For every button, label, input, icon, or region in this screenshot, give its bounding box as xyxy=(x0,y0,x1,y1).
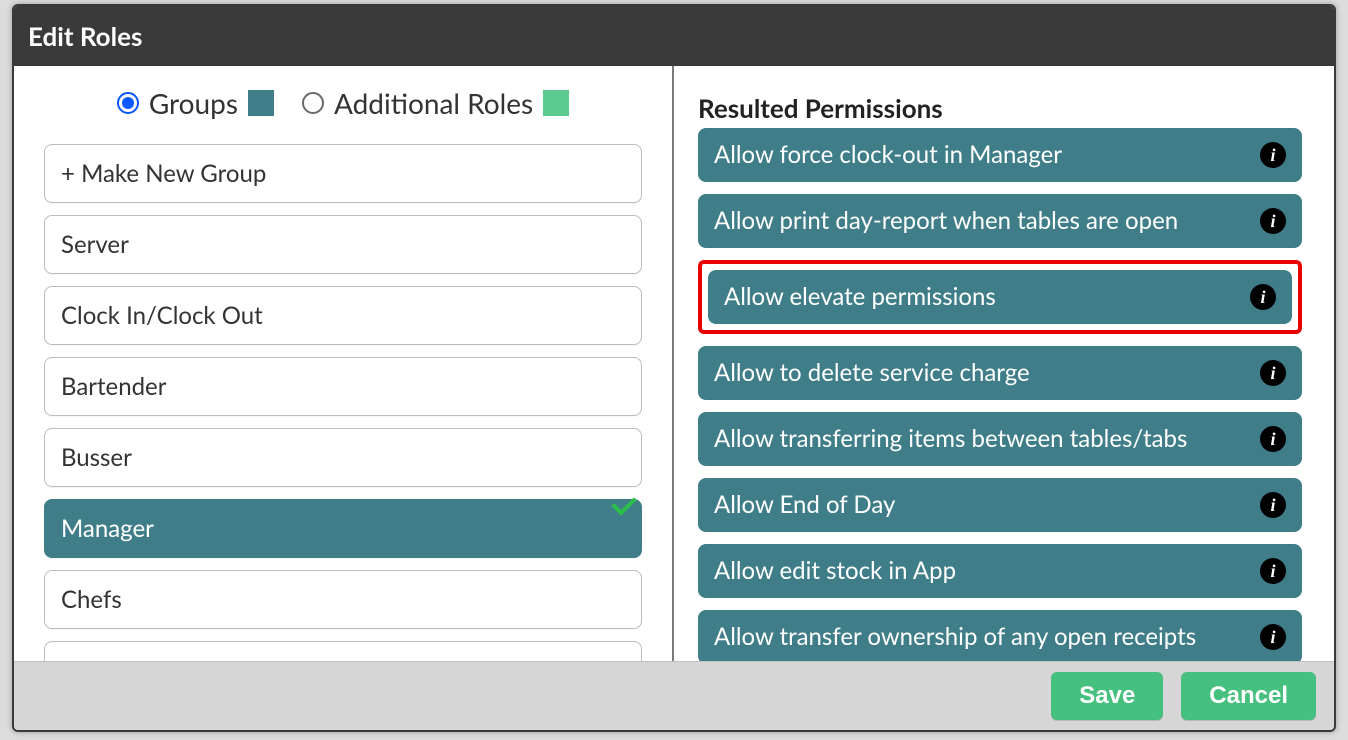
permission-label: Allow transfer ownership of any open rec… xyxy=(714,622,1248,652)
permission-item-wrap: Allow transferring items between tables/… xyxy=(698,412,1302,466)
groups-color-swatch xyxy=(248,90,274,116)
group-item[interactable]: Server xyxy=(44,215,642,274)
cancel-button[interactable]: Cancel xyxy=(1181,672,1316,720)
permission-item[interactable]: Allow force clock-out in Manager i xyxy=(698,128,1302,182)
modal-body: Groups Additional Roles + Make New Group… xyxy=(14,66,1334,661)
permission-label: Allow to delete service charge xyxy=(714,358,1248,388)
info-icon[interactable]: i xyxy=(1260,558,1286,584)
left-pane: Groups Additional Roles + Make New Group… xyxy=(14,66,674,661)
info-icon[interactable]: i xyxy=(1260,208,1286,234)
edit-roles-modal: Edit Roles Groups Additional Roles + Mak… xyxy=(12,4,1336,732)
permission-label: Allow transferring items between tables/… xyxy=(714,424,1248,454)
permission-item[interactable]: Allow to delete service charge i xyxy=(698,346,1302,400)
permission-item[interactable]: Allow End of Day i xyxy=(698,478,1302,532)
group-item[interactable]: Chefs xyxy=(44,570,642,629)
radio-icon xyxy=(302,92,324,114)
permission-item-wrap: Allow to delete service charge i xyxy=(698,346,1302,400)
group-list: + Make New Group Server Clock In/Clock Ou… xyxy=(44,144,642,661)
permission-label: Allow elevate permissions xyxy=(724,282,1238,312)
group-item[interactable]: Clock In/Clock Out xyxy=(44,286,642,345)
radio-groups-label: Groups xyxy=(149,86,238,120)
permissions-title: Resulted Permissions xyxy=(698,92,1324,124)
group-item[interactable]: Kitchen xyxy=(44,641,642,661)
permission-item[interactable]: Allow print day-report when tables are o… xyxy=(698,194,1302,248)
permission-item-wrap: Allow End of Day i xyxy=(698,478,1302,532)
info-icon[interactable]: i xyxy=(1260,624,1286,650)
info-icon[interactable]: i xyxy=(1260,426,1286,452)
permission-label: Allow force clock-out in Manager xyxy=(714,140,1248,170)
radio-groups[interactable]: Groups xyxy=(117,86,274,120)
info-icon[interactable]: i xyxy=(1260,142,1286,168)
permission-label: Allow edit stock in App xyxy=(714,556,1248,586)
group-item[interactable]: Busser xyxy=(44,428,642,487)
permission-label: Allow print day-report when tables are o… xyxy=(714,206,1248,236)
radio-additional-roles[interactable]: Additional Roles xyxy=(302,86,569,120)
save-button[interactable]: Save xyxy=(1051,672,1163,720)
permission-item-wrap: Allow print day-report when tables are o… xyxy=(698,194,1302,248)
modal-title: Edit Roles xyxy=(14,6,1334,66)
radio-icon xyxy=(117,92,139,114)
additional-color-swatch xyxy=(543,90,569,116)
right-pane: Resulted Permissions Allow force clock-o… xyxy=(674,66,1334,661)
info-icon[interactable]: i xyxy=(1260,492,1286,518)
permission-item-highlighted: Allow elevate permissions i xyxy=(698,260,1302,334)
permissions-scroll[interactable]: Allow force clock-out in Manager i Allow p… xyxy=(698,128,1324,661)
permission-item[interactable]: Allow edit stock in App i xyxy=(698,544,1302,598)
group-item[interactable]: Manager xyxy=(44,499,642,558)
permission-item[interactable]: Allow elevate permissions i xyxy=(708,270,1292,324)
permission-item-wrap: Allow transfer ownership of any open rec… xyxy=(698,610,1302,661)
info-icon[interactable]: i xyxy=(1250,284,1276,310)
radio-additional-label: Additional Roles xyxy=(334,86,533,120)
make-new-group-button[interactable]: + Make New Group xyxy=(44,144,642,203)
group-item[interactable]: Bartender xyxy=(44,357,642,416)
mode-radio-row: Groups Additional Roles xyxy=(44,86,642,120)
permission-item[interactable]: Allow transfer ownership of any open rec… xyxy=(698,610,1302,661)
info-icon[interactable]: i xyxy=(1260,360,1286,386)
modal-footer: Save Cancel xyxy=(14,661,1334,730)
permission-item-wrap: Allow force clock-out in Manager i xyxy=(698,128,1302,182)
permission-item[interactable]: Allow transferring items between tables/… xyxy=(698,412,1302,466)
permission-label: Allow End of Day xyxy=(714,490,1248,520)
permission-item-wrap: Allow edit stock in App i xyxy=(698,544,1302,598)
